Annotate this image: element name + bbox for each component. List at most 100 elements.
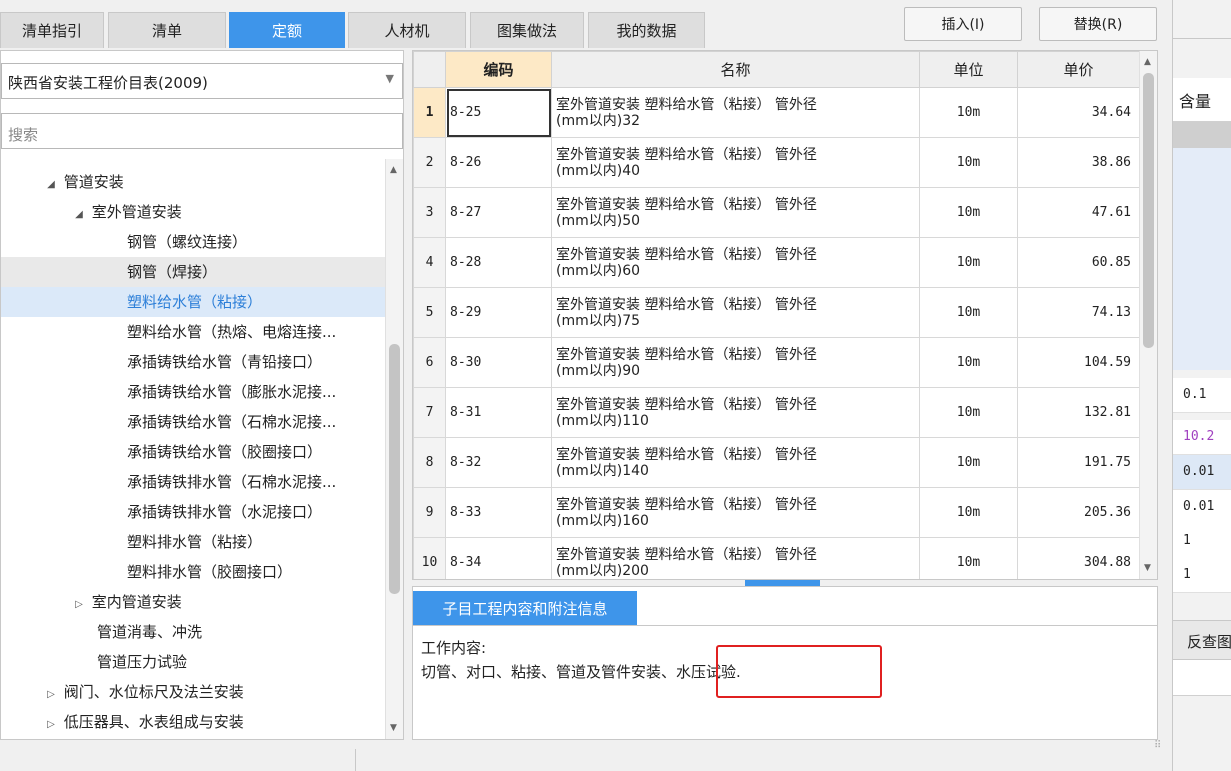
tree-node[interactable]: ◢ 室外管道安装: [1, 197, 385, 227]
quota-code-cell[interactable]: 8-32: [445, 437, 552, 488]
quota-unit-cell[interactable]: 10m: [919, 487, 1018, 538]
row-index[interactable]: 7: [413, 387, 446, 438]
quota-price-cell[interactable]: 38.86: [1017, 137, 1140, 188]
quota-unit-cell[interactable]: 10m: [919, 287, 1018, 338]
quota-name-cell[interactable]: 室外管道安装 塑料给水管（粘接） 管外径 (mm以内)140: [551, 437, 920, 488]
quota-price-cell[interactable]: 191.75: [1017, 437, 1140, 488]
tree-node[interactable]: 承插铸铁给水管（石棉水泥接...: [1, 407, 385, 437]
quota-name-cell[interactable]: 室外管道安装 塑料给水管（粘接） 管外径 (mm以内)40: [551, 137, 920, 188]
table-row[interactable]: 10 8-34 室外管道安装 塑料给水管（粘接） 管外径 (mm以内)200 10m 30…: [413, 537, 1140, 579]
tree-node[interactable]: 承插铸铁排水管（石棉水泥接...: [1, 467, 385, 497]
scroll-down-icon[interactable]: ▼: [390, 723, 397, 733]
row-index[interactable]: 8: [413, 437, 446, 488]
tree-node[interactable]: 钢管（焊接）: [1, 257, 385, 287]
scroll-up-icon[interactable]: ▲: [390, 165, 397, 175]
quota-price-cell[interactable]: 60.85: [1017, 237, 1140, 288]
column-header-price[interactable]: 单价: [1017, 51, 1140, 88]
quota-name-cell[interactable]: 室外管道安装 塑料给水管（粘接） 管外径 (mm以内)60: [551, 237, 920, 288]
table-row[interactable]: 6 8-30 室外管道安装 塑料给水管（粘接） 管外径 (mm以内)90 10m 104.…: [413, 337, 1140, 388]
expand-toggle-icon[interactable]: ▷: [43, 710, 59, 737]
replace-button[interactable]: 替换(R): [1039, 7, 1157, 41]
quota-unit-cell[interactable]: 10m: [919, 437, 1018, 488]
quota-price-cell[interactable]: 132.81: [1017, 387, 1140, 438]
quota-unit-cell[interactable]: 10m: [919, 87, 1018, 138]
quota-name-cell[interactable]: 室外管道安装 塑料给水管（粘接） 管外径 (mm以内)110: [551, 387, 920, 438]
quota-code-cell[interactable]: 8-27: [445, 187, 552, 238]
quota-unit-cell[interactable]: 10m: [919, 537, 1018, 579]
quota-code-cell[interactable]: 8-30: [445, 337, 552, 388]
tree-node[interactable]: 管道压力试验: [1, 647, 385, 677]
quota-unit-cell[interactable]: 10m: [919, 237, 1018, 288]
tree-node[interactable]: 承插铸铁给水管（膨胀水泥接...: [1, 377, 385, 407]
quota-name-cell[interactable]: 室外管道安装 塑料给水管（粘接） 管外径 (mm以内)160: [551, 487, 920, 538]
quota-price-cell[interactable]: 47.61: [1017, 187, 1140, 238]
tree-scrollbar[interactable]: ▲ ▼: [385, 159, 403, 739]
quota-code-cell[interactable]: 8-31: [445, 387, 552, 438]
quota-unit-cell[interactable]: 10m: [919, 187, 1018, 238]
row-index[interactable]: 4: [413, 237, 446, 288]
tab-quota[interactable]: 定额: [229, 12, 345, 48]
quota-price-cell[interactable]: 74.13: [1017, 287, 1140, 338]
quota-price-cell[interactable]: 104.59: [1017, 337, 1140, 388]
background-reverse-lookup-tab[interactable]: 反查图: [1173, 620, 1231, 660]
table-row[interactable]: 7 8-31 室外管道安装 塑料给水管（粘接） 管外径 (mm以内)110 10m 132…: [413, 387, 1140, 438]
expand-toggle-icon[interactable]: ▷: [71, 590, 87, 617]
quota-name-cell[interactable]: 室外管道安装 塑料给水管（粘接） 管外径 (mm以内)90: [551, 337, 920, 388]
row-index[interactable]: 6: [413, 337, 446, 388]
quota-name-cell[interactable]: 室外管道安装 塑料给水管（粘接） 管外径 (mm以内)32: [551, 87, 920, 138]
tree-node[interactable]: 塑料给水管（热熔、电熔连接...: [1, 317, 385, 347]
table-row[interactable]: 5 8-29 室外管道安装 塑料给水管（粘接） 管外径 (mm以内)75 10m 74.1…: [413, 287, 1140, 338]
row-index[interactable]: 10: [413, 537, 446, 579]
table-row[interactable]: 8 8-32 室外管道安装 塑料给水管（粘接） 管外径 (mm以内)140 10m 191…: [413, 437, 1140, 488]
table-row[interactable]: 4 8-28 室外管道安装 塑料给水管（粘接） 管外径 (mm以内)60 10m 60.8…: [413, 237, 1140, 288]
insert-button[interactable]: 插入(I): [904, 7, 1022, 41]
quota-code-cell[interactable]: 8-28: [445, 237, 552, 288]
scroll-thumb[interactable]: [389, 344, 400, 594]
tab-labor-material-machine[interactable]: 人材机: [348, 12, 466, 48]
quota-unit-cell[interactable]: 10m: [919, 387, 1018, 438]
quota-name-cell[interactable]: 室外管道安装 塑料给水管（粘接） 管外径 (mm以内)50: [551, 187, 920, 238]
tree-node[interactable]: 塑料排水管（胶圈接口）: [1, 557, 385, 587]
tab-my-data[interactable]: 我的数据: [588, 12, 705, 48]
quota-name-cell[interactable]: 室外管道安装 塑料给水管（粘接） 管外径 (mm以内)75: [551, 287, 920, 338]
row-index[interactable]: 9: [413, 487, 446, 538]
quota-price-cell[interactable]: 205.36: [1017, 487, 1140, 538]
tree-node[interactable]: 承插铸铁给水管（青铅接口）: [1, 347, 385, 377]
tree-node[interactable]: 塑料排水管（粘接）: [1, 527, 385, 557]
quota-name-cell[interactable]: 室外管道安装 塑料给水管（粘接） 管外径 (mm以内)200: [551, 537, 920, 579]
scroll-down-icon[interactable]: ▼: [1144, 563, 1151, 573]
quota-code-cell[interactable]: 8-26: [445, 137, 552, 188]
tree-node[interactable]: 钢管（螺纹连接）: [1, 227, 385, 257]
tab-atlas-practice[interactable]: 图集做法: [470, 12, 584, 48]
search-input[interactable]: [1, 113, 403, 149]
quota-code-cell[interactable]: 8-34: [445, 537, 552, 579]
row-index[interactable]: 3: [413, 187, 446, 238]
row-index[interactable]: 1: [413, 87, 446, 138]
quota-code-cell[interactable]: 8-25: [445, 87, 552, 138]
tree-node[interactable]: ▷ 阀门、水位标尺及法兰安装: [1, 677, 385, 707]
quota-unit-cell[interactable]: 10m: [919, 137, 1018, 188]
table-row[interactable]: 1 8-25 室外管道安装 塑料给水管（粘接） 管外径 (mm以内)32 10m 34.6…: [413, 87, 1140, 138]
tree-node[interactable]: 承插铸铁给水管（胶圈接口）: [1, 437, 385, 467]
scroll-thumb[interactable]: [1143, 73, 1154, 348]
tree-node[interactable]: ▷ 低压器具、水表组成与安装: [1, 707, 385, 737]
table-row[interactable]: 9 8-33 室外管道安装 塑料给水管（粘接） 管外径 (mm以内)160 10m 205…: [413, 487, 1140, 538]
expand-toggle-icon[interactable]: ◢: [71, 200, 87, 227]
chevron-down-icon[interactable]: ▼: [386, 72, 394, 85]
quota-price-cell[interactable]: 304.88: [1017, 537, 1140, 579]
tree-node[interactable]: ◢ 管道安装: [1, 167, 385, 197]
table-scrollbar[interactable]: ▲ ▼: [1139, 51, 1157, 579]
quota-code-cell[interactable]: 8-29: [445, 287, 552, 338]
tab-work-content-notes[interactable]: 子目工程内容和附注信息: [413, 591, 637, 625]
quota-code-cell[interactable]: 8-33: [445, 487, 552, 538]
row-index[interactable]: 5: [413, 287, 446, 338]
tab-bill[interactable]: 清单: [108, 12, 226, 48]
column-header-unit[interactable]: 单位: [919, 51, 1018, 88]
scroll-up-icon[interactable]: ▲: [1144, 57, 1151, 67]
tree-node[interactable]: ▷ 室内管道安装: [1, 587, 385, 617]
quota-price-cell[interactable]: 34.64: [1017, 87, 1140, 138]
expand-toggle-icon[interactable]: ▷: [43, 680, 59, 707]
library-select[interactable]: 陕西省安装工程价目表(2009) ▼: [1, 63, 403, 99]
tree-node-selected[interactable]: 塑料给水管（粘接）: [1, 287, 385, 317]
tree-node[interactable]: 管道消毒、冲洗: [1, 617, 385, 647]
